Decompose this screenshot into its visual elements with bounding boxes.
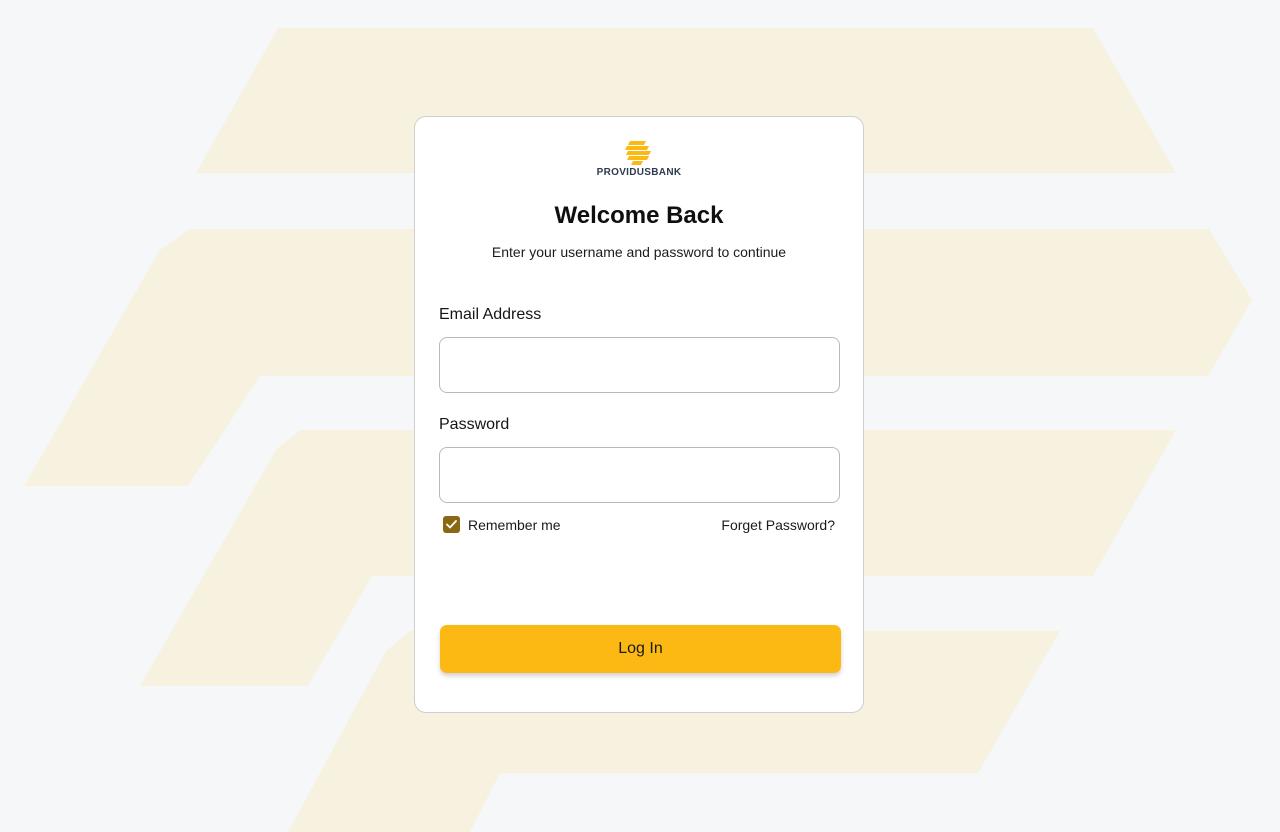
providus-logo-icon bbox=[625, 141, 651, 165]
remember-me-checkbox[interactable]: Remember me bbox=[443, 516, 561, 533]
check-icon bbox=[446, 520, 457, 529]
brand-name: PROVIDUSBANK bbox=[596, 167, 682, 178]
page-subtitle: Enter your username and password to cont… bbox=[491, 244, 787, 260]
login-page: PROVIDUSBANK Welcome Back Enter your use… bbox=[0, 0, 1280, 832]
password-label: Password bbox=[439, 416, 510, 433]
forgot-password-link[interactable]: Forget Password? bbox=[721, 517, 835, 533]
login-button[interactable]: Log In bbox=[440, 625, 841, 673]
login-card: PROVIDUSBANK Welcome Back Enter your use… bbox=[414, 116, 864, 713]
email-label: Email Address bbox=[439, 306, 542, 323]
brand-logo: PROVIDUSBANK bbox=[415, 141, 863, 178]
password-field[interactable] bbox=[439, 447, 840, 503]
page-title: Welcome Back bbox=[554, 202, 724, 229]
checkbox-box[interactable] bbox=[443, 516, 460, 533]
remember-me-label: Remember me bbox=[468, 516, 561, 533]
email-field[interactable] bbox=[439, 337, 840, 393]
